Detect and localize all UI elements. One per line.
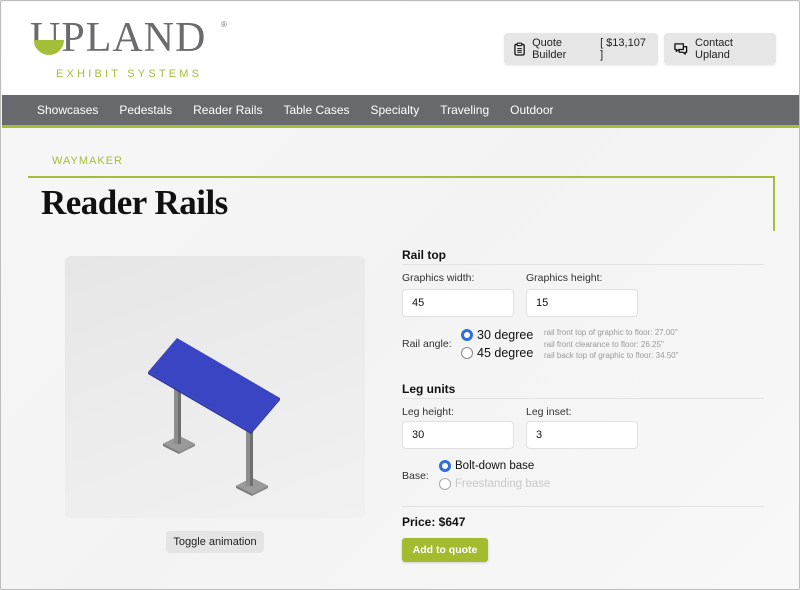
logo-tagline: EXHIBIT SYSTEMS xyxy=(56,68,203,80)
nav-item-table-cases[interactable]: Table Cases xyxy=(283,103,349,117)
price-label: Price: $647 xyxy=(402,515,466,529)
reader-rail-model xyxy=(148,338,280,496)
leg-height-label: Leg height: xyxy=(402,406,454,418)
contact-upland-button[interactable]: Contact Upland xyxy=(664,33,776,65)
nav-item-traveling[interactable]: Traveling xyxy=(440,103,489,117)
leg-inset-label: Leg inset: xyxy=(526,406,572,418)
rail-angle-30-option[interactable]: 30 degree xyxy=(461,328,533,342)
clipboard-icon xyxy=(514,42,525,56)
nav-item-reader-rails[interactable]: Reader Rails xyxy=(193,103,262,117)
freestanding-base-label: Freestanding base xyxy=(455,478,551,490)
product-line-eyebrow: WAYMAKER xyxy=(52,155,123,167)
leg-inset-input[interactable] xyxy=(526,421,638,449)
rail-angle-label: Rail angle: xyxy=(402,338,452,350)
front-clearance-measurement: rail front clearance to floor: 26.25" xyxy=(544,339,664,349)
chat-bubbles-icon xyxy=(674,43,688,55)
graphics-height-label: Graphics height: xyxy=(526,272,603,284)
toggle-animation-button[interactable]: Toggle animation xyxy=(166,531,264,553)
quote-builder-label: Quote Builder xyxy=(532,37,567,61)
radio-selected-icon[interactable] xyxy=(439,460,451,472)
rail-angle-45-label: 45 degree xyxy=(477,346,534,360)
rail-top-divider xyxy=(402,264,764,265)
registered-mark: ® xyxy=(221,20,227,29)
freestanding-base-option: Freestanding base xyxy=(439,478,550,490)
bolt-down-base-label: Bolt-down base xyxy=(455,460,535,472)
nav-item-pedestals[interactable]: Pedestals xyxy=(119,103,172,117)
leg-height-input[interactable] xyxy=(402,421,514,449)
site-header: UPLAND ® EXHIBIT SYSTEMS Quote Builder [… xyxy=(2,2,799,95)
nav-item-specialty[interactable]: Specialty xyxy=(371,103,420,117)
rail-angle-45-option[interactable]: 45 degree xyxy=(461,346,533,360)
rail-angle-measurements: rail front top of graphic to floor: 27.0… xyxy=(544,327,678,362)
graphics-width-input[interactable] xyxy=(402,289,514,317)
nav-item-showcases[interactable]: Showcases xyxy=(37,103,98,117)
quote-builder-button[interactable]: Quote Builder [ $13,107 ] xyxy=(504,33,658,65)
leg-units-heading: Leg units xyxy=(402,382,456,396)
page-title: Reader Rails xyxy=(41,183,228,222)
base-label: Base: xyxy=(402,470,429,482)
main-nav: Showcases Pedestals Reader Rails Table C… xyxy=(2,95,799,128)
rail-angle-30-label: 30 degree xyxy=(477,328,534,342)
front-top-measurement: rail front top of graphic to floor: 27.0… xyxy=(544,328,678,337)
graphics-width-label: Graphics width: xyxy=(402,272,475,284)
contact-upland-label: Contact Upland xyxy=(695,37,733,61)
add-to-quote-button[interactable]: Add to quote xyxy=(402,538,488,562)
graphics-height-input[interactable] xyxy=(526,289,638,317)
radio-selected-icon[interactable] xyxy=(461,329,473,341)
back-top-measurement: rail back top of graphic to floor: 34.50… xyxy=(544,351,679,360)
price-divider xyxy=(402,506,764,507)
radio-unselected-icon[interactable] xyxy=(461,347,473,359)
product-3d-viewer[interactable] xyxy=(65,256,365,518)
bolt-down-base-option[interactable]: Bolt-down base xyxy=(439,460,534,472)
leg-units-divider xyxy=(402,398,764,399)
nav-item-outdoor[interactable]: Outdoor xyxy=(510,103,553,117)
upland-logo[interactable]: UPLAND ® EXHIBIT SYSTEMS xyxy=(30,14,235,84)
rail-top-heading: Rail top xyxy=(402,248,446,262)
quote-builder-total: [ $13,107 ] xyxy=(600,37,646,61)
radio-disabled-icon xyxy=(439,478,451,490)
logo-wordmark: UPLAND xyxy=(30,15,207,61)
page-frame: UPLAND ® EXHIBIT SYSTEMS Quote Builder [… xyxy=(0,0,800,590)
